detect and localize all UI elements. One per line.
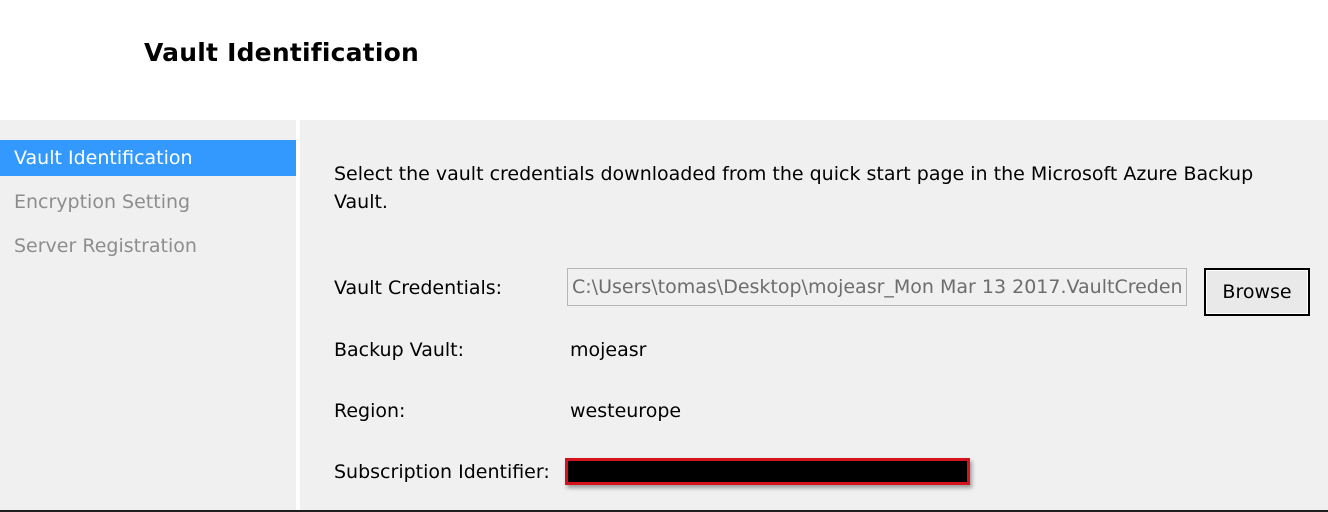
backup-vault-label: Backup Vault: <box>334 339 465 361</box>
browse-button[interactable]: Browse <box>1204 268 1310 316</box>
region-label: Region: <box>334 400 406 422</box>
sidebar-item-vault-identification[interactable]: Vault Identification <box>0 140 296 176</box>
wizard-header: Vault Identification <box>0 0 1328 118</box>
sidebar-item-server-registration[interactable]: Server Registration <box>0 228 296 264</box>
main-panel: Select the vault credentials downloaded … <box>300 120 1328 510</box>
vault-credentials-label: Vault Credentials: <box>334 277 503 299</box>
wizard-steps-sidebar: Vault Identification Encryption Setting … <box>0 120 296 510</box>
subscription-identifier-label: Subscription Identifier: <box>334 461 550 483</box>
sidebar-item-encryption-setting[interactable]: Encryption Setting <box>0 184 296 220</box>
vault-credentials-input[interactable] <box>567 268 1187 306</box>
subscription-identifier-redacted-value <box>565 458 970 485</box>
backup-vault-value: mojeasr <box>570 339 647 361</box>
intro-text: Select the vault credentials downloaded … <box>334 163 1254 213</box>
region-value: westeurope <box>570 400 682 422</box>
page-title: Vault Identification <box>144 38 419 67</box>
